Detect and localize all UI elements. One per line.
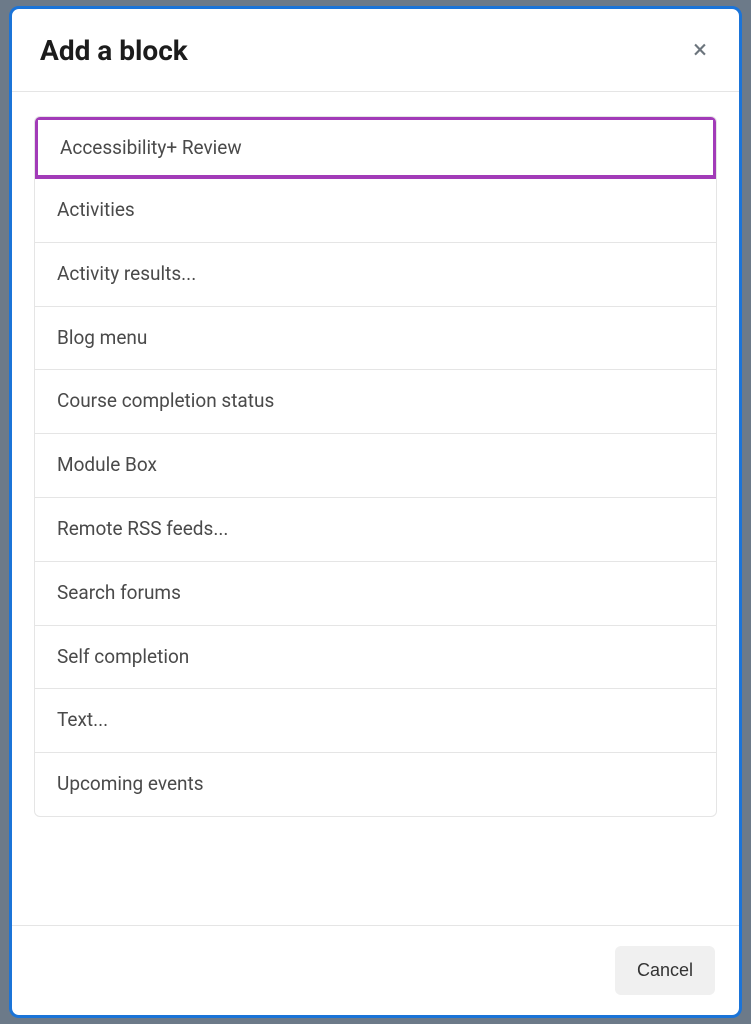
modal-title: Add a block xyxy=(40,34,188,67)
page-backdrop: PSMD Site administration Add a block × A… xyxy=(0,0,751,1024)
close-icon[interactable]: × xyxy=(689,33,711,67)
add-block-modal: Add a block × Accessibility+ Review Acti… xyxy=(9,6,742,1018)
block-option[interactable]: Upcoming events xyxy=(35,753,716,816)
block-option[interactable]: Remote RSS feeds... xyxy=(35,498,716,562)
cancel-button[interactable]: Cancel xyxy=(615,946,715,995)
modal-header: Add a block × xyxy=(12,9,739,91)
block-option[interactable]: Activity results... xyxy=(35,243,716,307)
block-option[interactable]: Course completion status xyxy=(35,370,716,434)
block-option[interactable]: Text... xyxy=(35,689,716,753)
block-option[interactable]: Self completion xyxy=(35,626,716,690)
block-option-accessibility-review[interactable]: Accessibility+ Review xyxy=(34,116,717,179)
block-option[interactable]: Activities xyxy=(35,179,716,243)
block-list: Accessibility+ Review Activities Activit… xyxy=(34,116,717,817)
modal-footer: Cancel xyxy=(12,925,739,1015)
block-option[interactable]: Blog menu xyxy=(35,307,716,371)
block-option[interactable]: Search forums xyxy=(35,562,716,626)
modal-body: Accessibility+ Review Activities Activit… xyxy=(12,92,739,925)
block-option[interactable]: Module Box xyxy=(35,434,716,498)
